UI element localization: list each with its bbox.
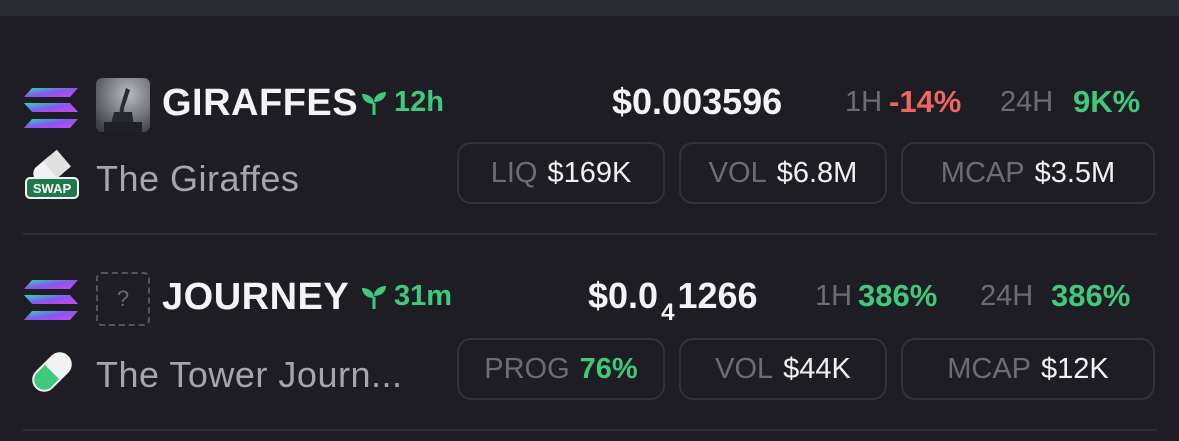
stat-value: $12K (1041, 352, 1109, 385)
token-name: The Tower Journ... (96, 354, 403, 395)
stat-liquidity: LIQ $169K (457, 142, 665, 204)
swap-pill-icon[interactable]: SWAP (24, 148, 80, 204)
stat-value: $3.5M (1034, 156, 1116, 189)
stat-value: $44K (783, 352, 851, 385)
stat-market-cap: MCAP $3.5M (901, 142, 1155, 204)
change-24h-value: 386% (1051, 278, 1131, 313)
change-1h-value: -14% (889, 84, 962, 119)
stat-key: VOL (708, 156, 767, 189)
change-1h-label: 1H (815, 280, 853, 312)
change-24h-label: 24H (980, 280, 1034, 312)
token-age-value: 12h (394, 86, 444, 118)
token-avatar (96, 78, 150, 132)
placeholder-image-icon: ? (96, 272, 150, 326)
token-age: 31m (360, 280, 452, 313)
token-price: $0.0 41266 (588, 275, 758, 327)
swap-badge-label: SWAP (33, 181, 72, 196)
token-age: 12h (360, 86, 444, 119)
token-age-value: 31m (394, 280, 453, 312)
token-row-journey[interactable]: ? JOURNEY 31m $0.0 41266 1H 386% 24H 386%… (0, 256, 1179, 406)
change-1h-value: 386% (858, 278, 938, 313)
stat-key: LIQ (490, 156, 538, 189)
stat-key: MCAP (947, 352, 1032, 385)
placeholder-mark: ? (116, 286, 130, 311)
stat-progress: PROG 76% (457, 338, 665, 400)
price-digits: 1266 (677, 275, 758, 316)
stat-volume: VOL $6.8M (679, 142, 887, 204)
stat-market-cap: MCAP $12K (901, 338, 1155, 400)
price-zero-count: 4 (661, 299, 675, 326)
change-24h-value: 9K% (1073, 84, 1141, 119)
change-24h-label: 24H (1000, 86, 1054, 118)
token-row-giraffes[interactable]: GIRAFFES 12h $0.003596 1H -14% 24H 9K% S… (0, 60, 1179, 210)
top-bar (0, 0, 1179, 16)
stat-value: 76% (579, 352, 638, 385)
change-1h-label: 1H (845, 86, 883, 118)
stat-volume: VOL $44K (679, 338, 887, 400)
stat-value: $169K (547, 156, 632, 189)
price-prefix: $0.0 (588, 275, 659, 316)
stat-key: PROG (484, 352, 570, 385)
solana-logo-icon (24, 88, 78, 128)
token-symbol: GIRAFFES (162, 82, 359, 124)
stat-key: MCAP (940, 156, 1025, 189)
seedling-icon (362, 91, 386, 115)
token-name: The Giraffes (96, 158, 300, 199)
row-divider (22, 429, 1157, 431)
token-price: $0.003596 (612, 81, 783, 122)
stat-key: VOL (715, 352, 774, 385)
seedling-icon (362, 285, 386, 309)
stat-value: $6.8M (776, 156, 858, 189)
row-divider (22, 233, 1157, 235)
pill-icon (32, 352, 72, 392)
solana-logo-icon (24, 280, 78, 320)
token-symbol: JOURNEY (162, 276, 350, 318)
